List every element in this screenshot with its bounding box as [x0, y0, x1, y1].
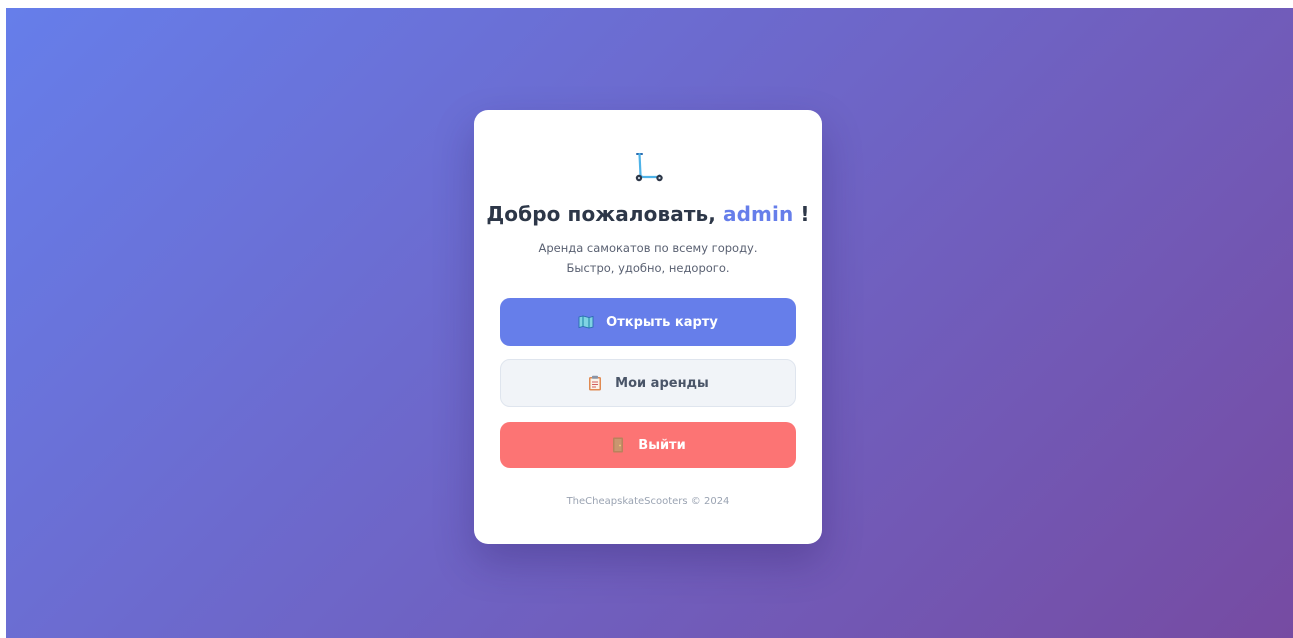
subtitle-line-1: Аренда самокатов по всему городу. [538, 241, 758, 255]
welcome-card: Добро пожаловать, admin ! Аренда самокат… [474, 110, 822, 544]
subtitle-line-2: Быстро, удобно, недорого. [566, 261, 730, 275]
door-icon [610, 437, 626, 453]
logo [474, 150, 822, 184]
my-rentals-label: Мои аренды [615, 375, 709, 391]
page-title: Добро пожаловать, admin ! [474, 202, 822, 226]
kick-scooter-icon [635, 152, 663, 182]
subtitle: Аренда самокатов по всему городу. Быстро… [474, 238, 822, 278]
logout-label: Выйти [638, 437, 686, 453]
map-icon [578, 314, 594, 330]
open-map-label: Открыть карту [606, 314, 718, 330]
footer-copyright: TheCheapskateScooters © 2024 [566, 496, 730, 507]
logout-button[interactable]: Выйти [500, 422, 796, 468]
open-map-button[interactable]: Открыть карту [500, 298, 796, 346]
my-rentals-button[interactable]: Мои аренды [500, 359, 796, 407]
username: admin [723, 202, 794, 226]
title-greeting: Добро пожаловать, [486, 202, 716, 226]
clipboard-icon [587, 375, 603, 391]
title-exclamation: ! [800, 202, 810, 226]
page-background: Добро пожаловать, admin ! Аренда самокат… [6, 8, 1293, 638]
